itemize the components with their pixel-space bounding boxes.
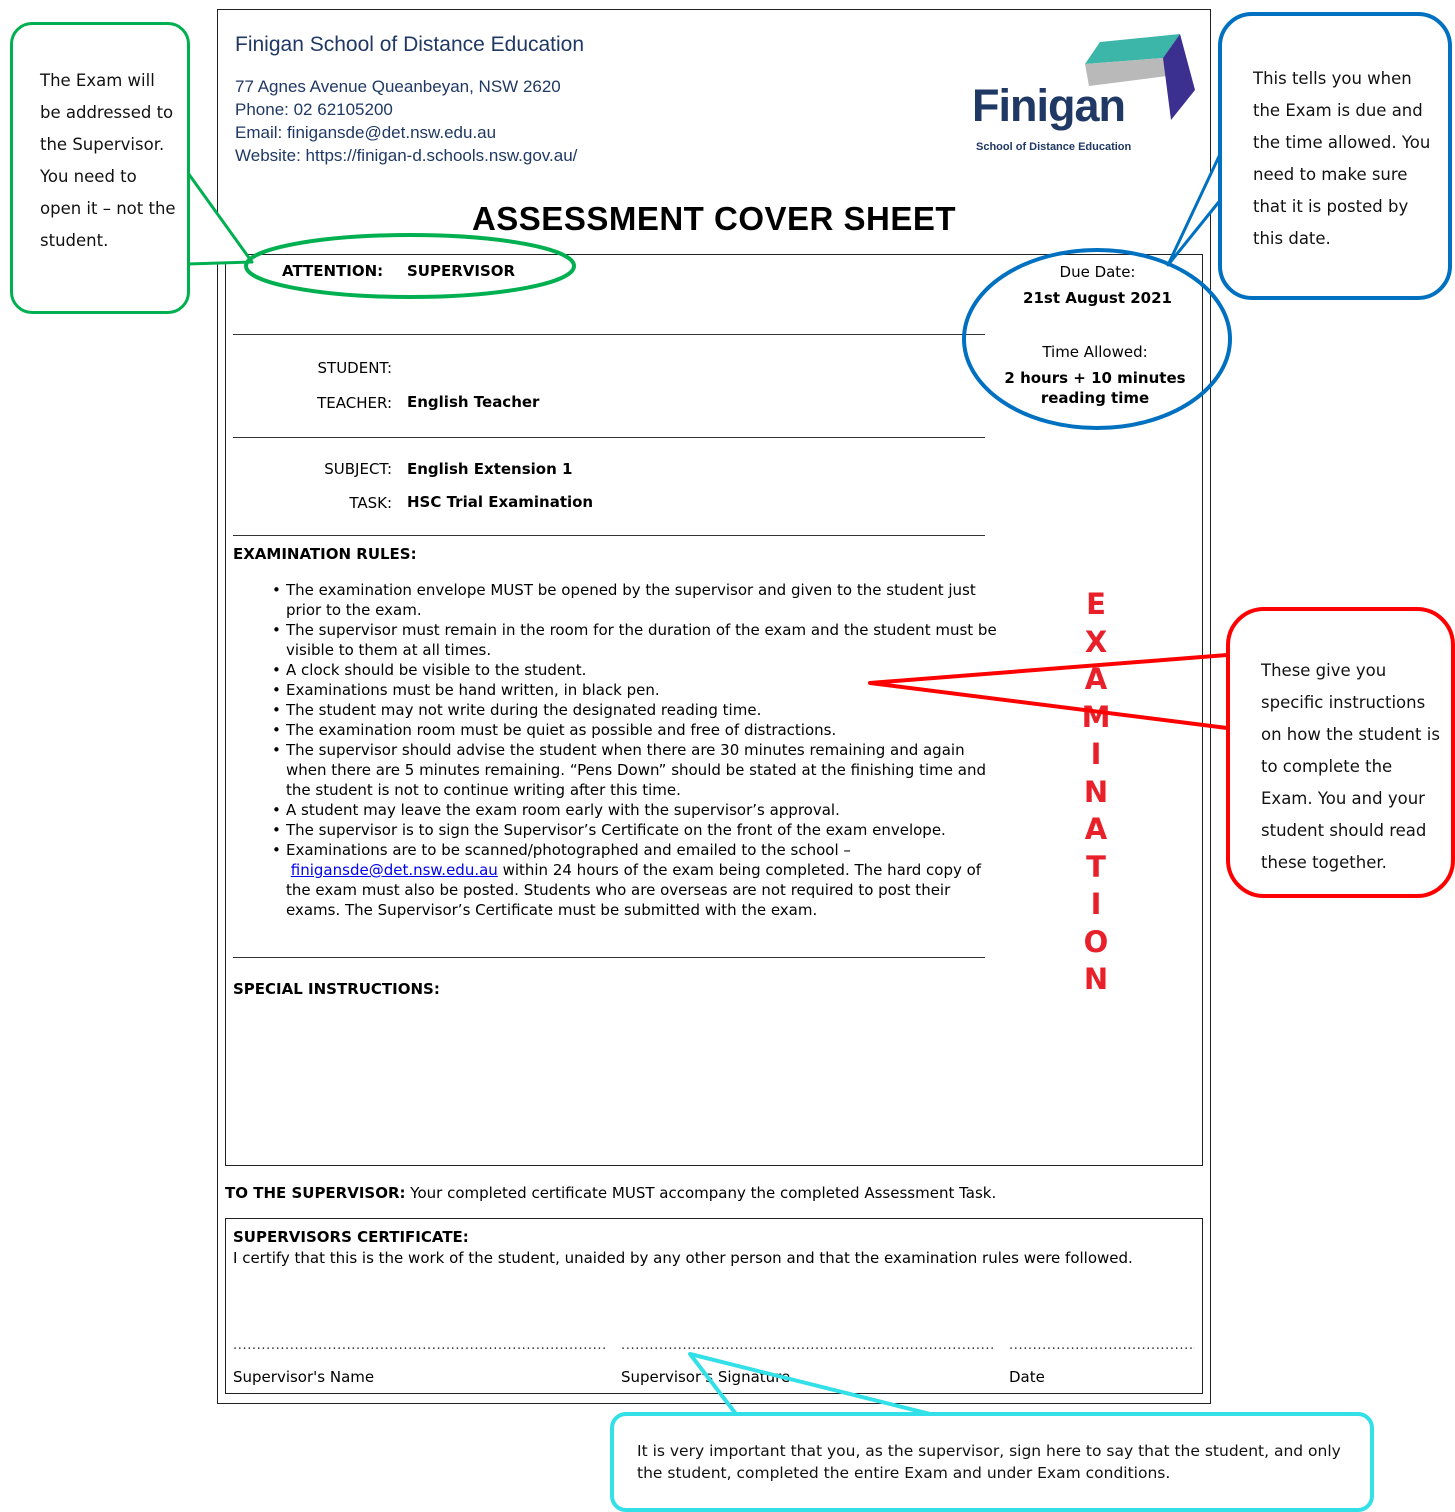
blue-callout: This tells you when the Exam is due and … xyxy=(1218,12,1452,300)
red-callout-pointer xyxy=(868,653,1228,730)
green-callout-pointer xyxy=(186,172,254,266)
cyan-callout-pointer xyxy=(688,1352,931,1416)
red-callout: These give you specific instructions on … xyxy=(1226,607,1455,898)
blue-ellipse xyxy=(962,248,1232,430)
cyan-callout: It is very important that you, as the su… xyxy=(610,1412,1374,1512)
green-ellipse xyxy=(244,233,576,299)
green-callout: The Exam will be addressed to the Superv… xyxy=(10,22,190,314)
blue-callout-pointer xyxy=(1166,149,1224,267)
